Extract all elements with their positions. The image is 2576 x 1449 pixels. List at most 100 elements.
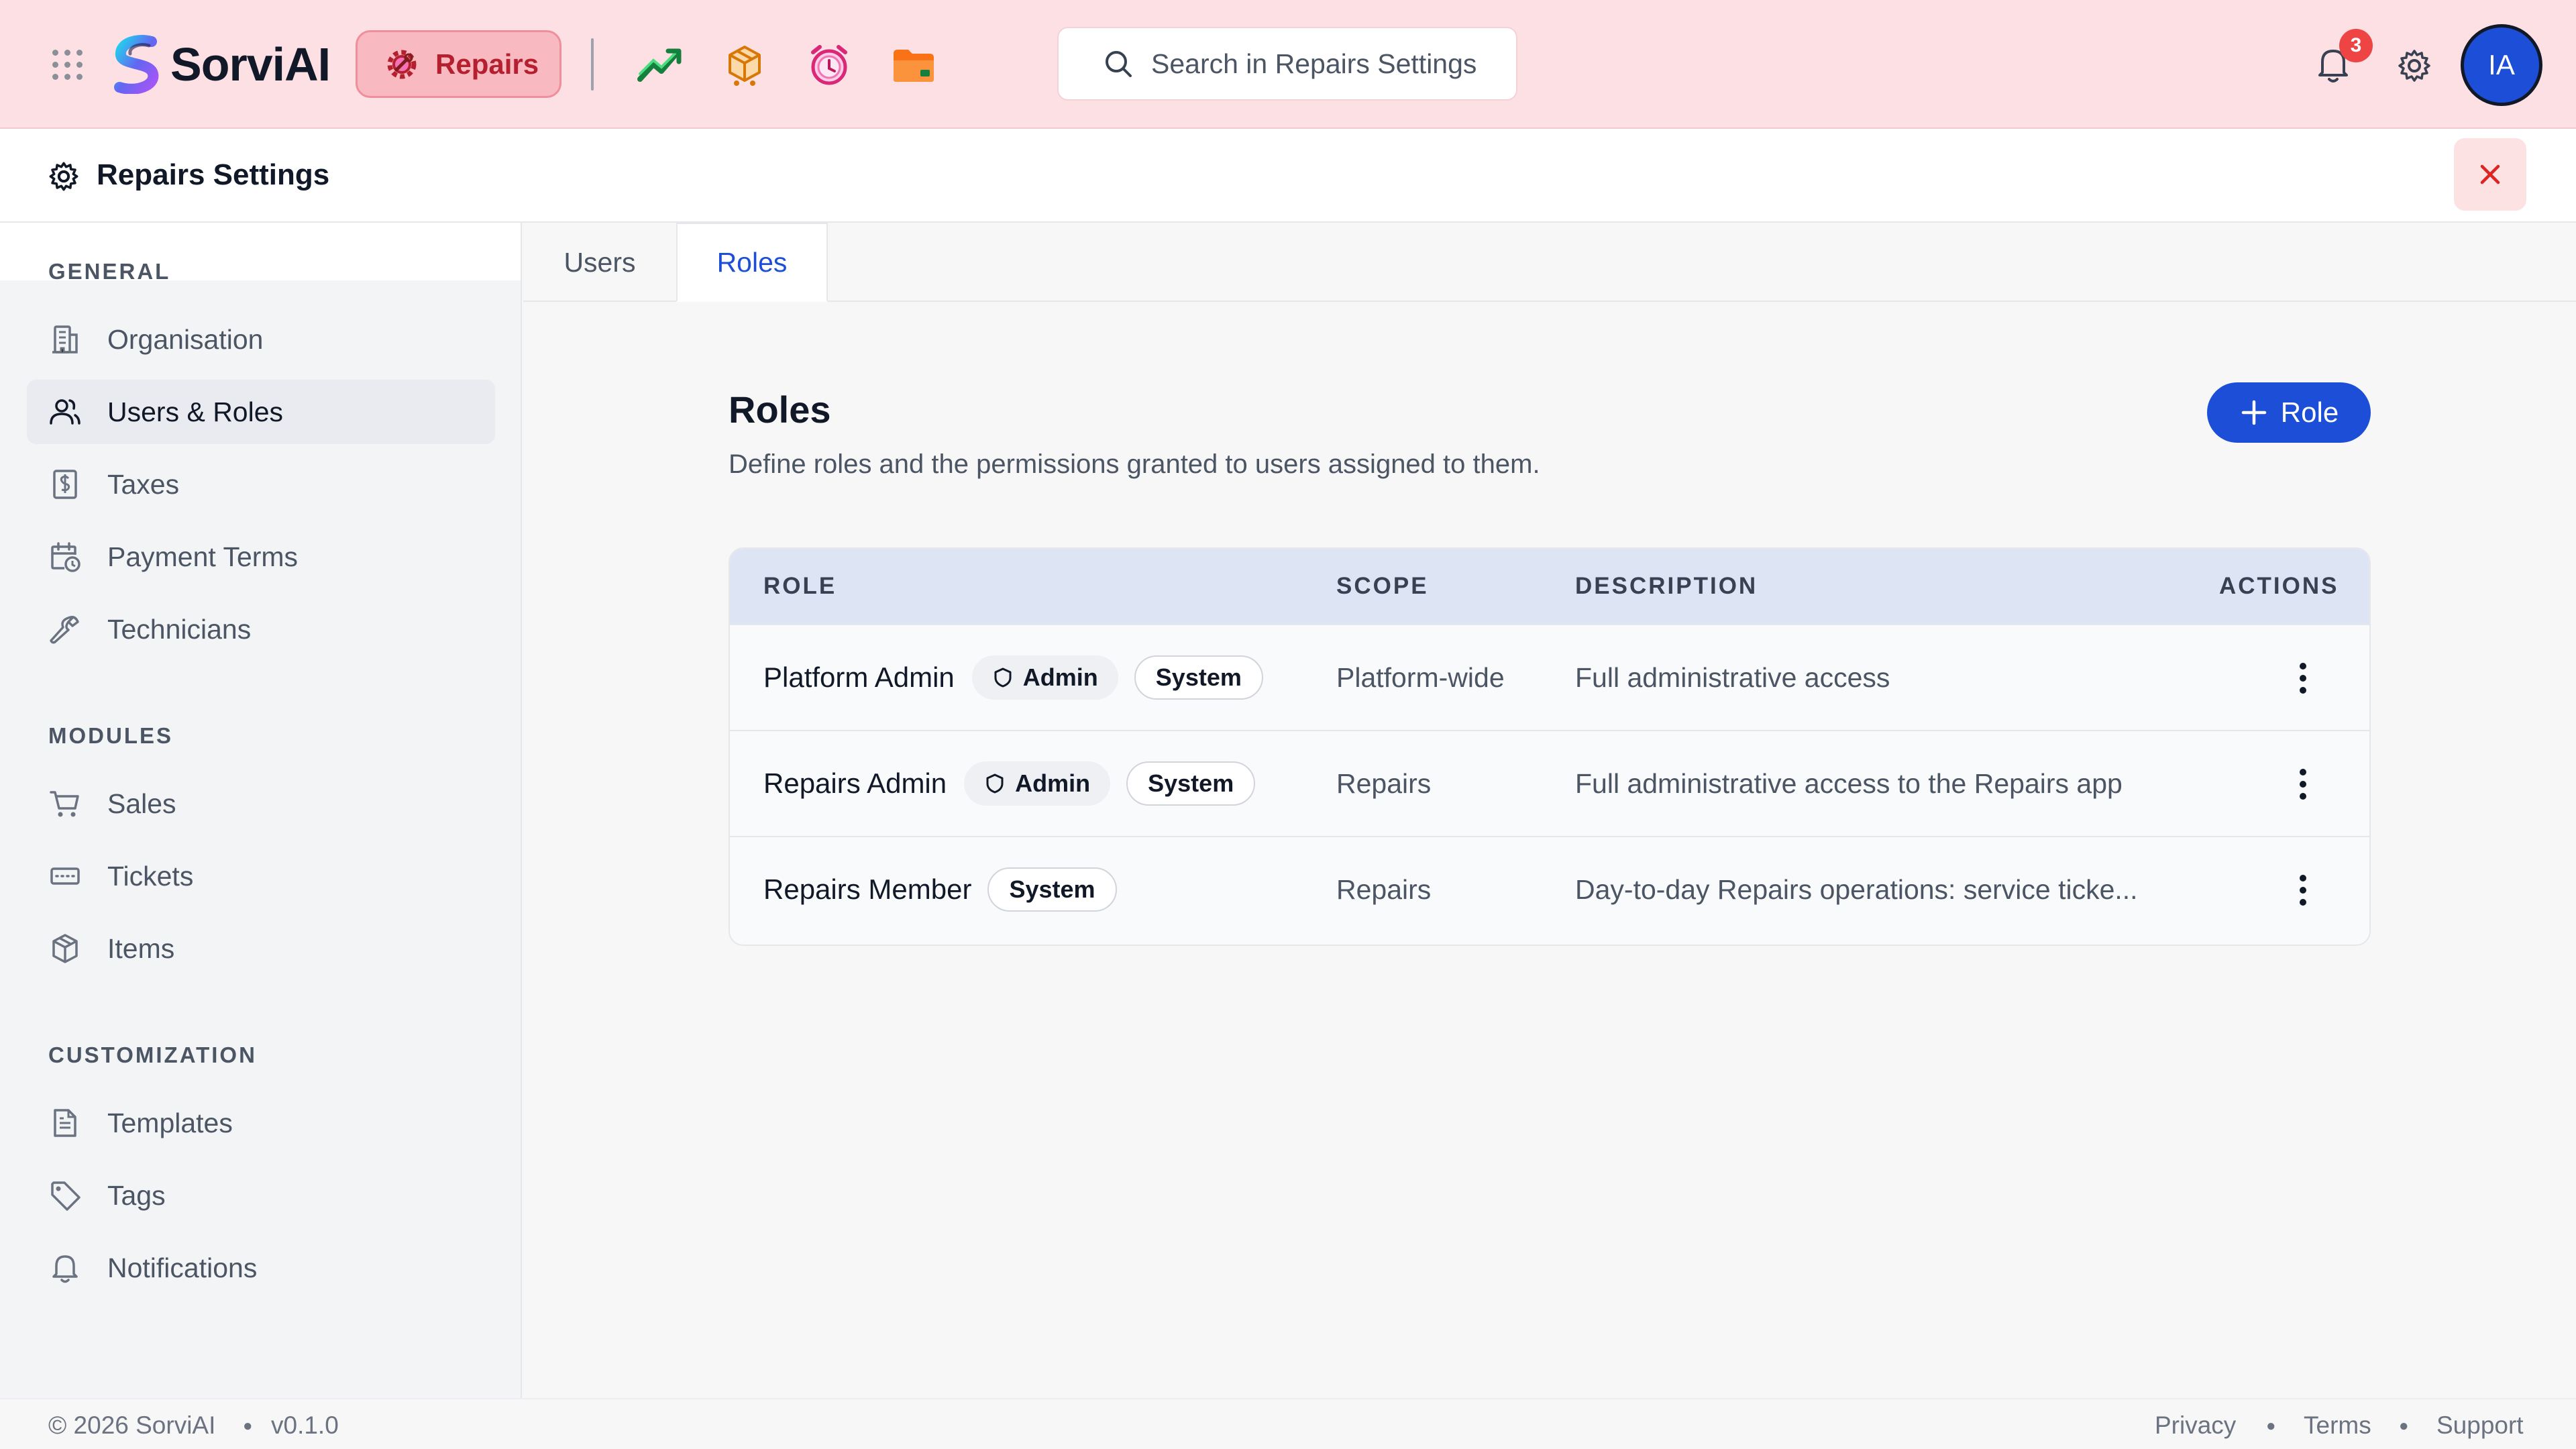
role-description: Day-to-day Repairs operations: service t… [1575,873,2138,905]
sidebar-item-items[interactable]: Items [27,916,495,981]
document-icon [54,1109,76,1137]
user-avatar[interactable]: IA [2461,24,2542,106]
role-name: Repairs Member [763,873,972,905]
settings-gear-icon [49,162,78,191]
system-badge: System [987,867,1117,912]
column-header-role: ROLE [763,573,837,599]
sidebar-item-tags[interactable]: Tags [27,1163,495,1228]
sidebar-item-label: Sales [107,788,176,819]
sidebar-item-organisation[interactable]: Organisation [27,307,495,372]
column-header-description: DESCRIPTION [1575,573,1758,599]
folder-icon[interactable] [890,40,938,89]
footer-link-support[interactable]: Support [2436,1411,2524,1440]
settings-sidebar: GENERAL Organisation Users & Roles Taxes [0,223,522,1398]
admin-badge: Admin [964,761,1111,806]
table-row[interactable]: Repairs Admin Admin System Repairs Full … [730,730,2369,836]
footer-link-privacy[interactable]: Privacy [2155,1411,2236,1440]
version-label: v0.1.0 [271,1411,339,1439]
settings-header: Repairs Settings [0,129,2576,223]
row-actions-kebab-icon[interactable] [2293,661,2313,695]
sidebar-item-technicians[interactable]: Technicians [27,597,495,661]
brand-name: SorviAI [170,38,331,91]
role-scope: Repairs [1336,873,1432,905]
add-role-label: Role [2280,396,2339,428]
building-icon [52,325,78,354]
alarm-clock-icon[interactable] [805,40,853,89]
footer: © 2026 SorviAI ● v0.1.0 Privacy ● Terms … [0,1398,2576,1449]
table-row[interactable]: Repairs Member System Repairs Day-to-day… [730,836,2369,942]
box-cart-icon[interactable] [720,40,769,89]
role-name: Repairs Admin [763,767,947,799]
footer-link-terms[interactable]: Terms [2304,1411,2371,1440]
settings-title: Repairs Settings [97,158,330,191]
bell-icon [52,1255,78,1283]
sidebar-item-label: Technicians [107,613,252,645]
footer-separator: ● [2399,1417,2409,1435]
settings-tabs: Users Roles [523,223,2576,302]
sidebar-item-label: Users & Roles [107,396,284,427]
users-icon [50,399,80,425]
sidebar-item-users-roles[interactable]: Users & Roles [27,380,495,444]
sidebar-item-label: Tickets [107,860,194,892]
sorvi-logo-icon [114,35,159,94]
tab-users[interactable]: Users [523,223,676,302]
roles-table: ROLE SCOPE DESCRIPTION ACTIONS Platform … [729,547,2371,946]
sidebar-item-label: Tags [107,1179,166,1211]
role-description: Full administrative access [1575,661,1890,693]
add-role-button[interactable]: Role [2207,382,2371,443]
divider [591,38,594,91]
wrench-icon [50,616,79,644]
sidebar-item-label: Templates [107,1107,233,1138]
row-actions-kebab-icon[interactable] [2293,873,2313,907]
dollar-receipt-icon [53,470,77,499]
tab-roles[interactable]: Roles [676,223,828,302]
search-input[interactable]: Search in Repairs Settings [1057,27,1517,101]
search-icon [1106,51,1132,77]
cart-icon [50,791,79,817]
close-settings-button[interactable] [2454,138,2526,211]
search-placeholder: Search in Repairs Settings [1151,48,1477,79]
sidebar-item-label: Organisation [107,323,264,355]
close-icon [2480,164,2500,184]
ticket-icon [50,867,80,885]
sidebar-item-label: Items [107,932,175,964]
role-description: Full administrative access to the Repair… [1575,767,2123,799]
admin-badge: Admin [971,655,1118,700]
role-scope: Platform-wide [1336,661,1505,693]
plus-icon [2241,400,2267,425]
sidebar-item-label: Payment Terms [107,541,299,572]
sidebar-item-notifications[interactable]: Notifications [27,1236,495,1300]
shield-icon [986,773,1004,794]
gear-icon[interactable] [2396,47,2433,85]
app-grid-icon[interactable] [51,48,83,80]
repairs-app-button[interactable]: Repairs [356,30,561,98]
tag-icon [51,1181,80,1211]
sidebar-item-taxes[interactable]: Taxes [27,452,495,517]
row-actions-kebab-icon[interactable] [2293,767,2313,801]
top-bar: SorviAI Repairs Search in Repairs Settin… [0,0,2576,129]
footer-separator: ● [243,1417,253,1435]
package-icon [52,934,78,963]
trend-up-icon[interactable] [636,40,684,89]
repairs-app-label: Repairs [435,48,539,80]
role-scope: Repairs [1336,767,1432,799]
page-title: Roles [729,388,831,431]
page-subtitle: Define roles and the permissions granted… [729,449,1540,479]
footer-separator: ● [2266,1417,2276,1435]
sidebar-item-tickets[interactable]: Tickets [27,844,495,908]
table-header: ROLE SCOPE DESCRIPTION ACTIONS [730,549,2369,624]
brand-logo[interactable]: SorviAI [110,34,331,95]
sidebar-item-sales[interactable]: Sales [27,771,495,836]
copyright: © 2026 SorviAI [48,1411,216,1439]
sidebar-item-label: Taxes [107,468,180,500]
table-row[interactable]: Platform Admin Admin System Platform-wid… [730,624,2369,730]
calendar-clock-icon [51,542,80,572]
column-header-actions: ACTIONS [2219,573,2339,599]
sidebar-item-payment-terms[interactable]: Payment Terms [27,525,495,589]
section-label-modules: MODULES [48,723,173,748]
repairs-gear-icon [387,50,417,78]
role-name: Platform Admin [763,661,955,693]
section-label-customization: CUSTOMIZATION [48,1042,257,1067]
sidebar-item-templates[interactable]: Templates [27,1091,495,1155]
notification-count-badge: 3 [2339,29,2373,62]
